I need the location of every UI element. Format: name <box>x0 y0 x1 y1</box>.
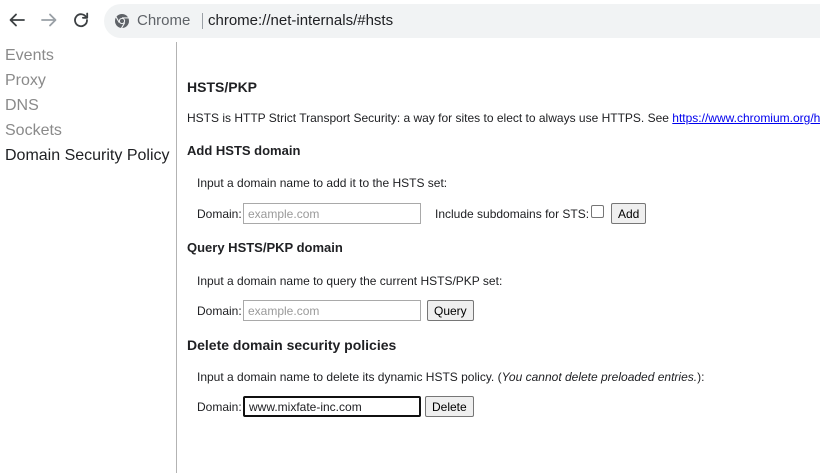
sidebar-item-sockets[interactable]: Sockets <box>5 122 62 140</box>
add-domain-label: Domain: <box>197 207 242 221</box>
main-content: HSTS/PKP HSTS is HTTP Strict Transport S… <box>187 42 820 473</box>
query-button[interactable]: Query <box>427 300 474 321</box>
forward-button[interactable] <box>38 9 60 31</box>
delete-domain-label: Domain: <box>197 400 242 414</box>
query-heading: Query HSTS/PKP domain <box>187 240 343 255</box>
query-instruction: Input a domain name to query the current… <box>197 274 503 288</box>
add-hsts-heading: Add HSTS domain <box>187 143 301 158</box>
sidebar-item-domain-security-policy[interactable]: Domain Security Policy <box>5 147 170 165</box>
hsts-link[interactable]: https://www.chromium.org/hsts. <box>672 111 820 125</box>
sidebar-item-dns[interactable]: DNS <box>5 97 39 115</box>
delete-button[interactable]: Delete <box>425 396 474 417</box>
query-domain-label: Domain: <box>197 304 242 318</box>
forward-arrow-icon <box>41 13 57 27</box>
hsts-description: HSTS is HTTP Strict Transport Security: … <box>187 111 820 125</box>
omnibox-divider <box>202 13 203 29</box>
include-subdomains-label: Include subdomains for STS: <box>435 207 590 221</box>
address-bar[interactable]: Chrome chrome://net-internals/#hsts <box>104 4 820 38</box>
add-domain-input[interactable] <box>243 203 421 224</box>
query-domain-input[interactable] <box>243 300 421 321</box>
page-title: HSTS/PKP <box>187 79 258 95</box>
add-instruction: Input a domain name to add it to the HST… <box>197 176 448 190</box>
reload-button[interactable] <box>70 9 92 31</box>
site-label: Chrome <box>137 12 191 29</box>
delete-instruction: Input a domain name to delete its dynami… <box>197 370 704 384</box>
back-arrow-icon <box>9 13 25 27</box>
reload-icon <box>74 12 89 28</box>
sidebar-item-events[interactable]: Events <box>5 47 54 65</box>
delete-heading: Delete domain security policies <box>187 337 397 353</box>
back-button[interactable] <box>6 9 28 31</box>
url-text[interactable]: chrome://net-internals/#hsts <box>208 12 393 29</box>
sidebar: Events Proxy DNS Sockets Domain Security… <box>0 42 177 473</box>
chrome-icon <box>115 14 129 29</box>
add-button[interactable]: Add <box>611 203 647 224</box>
delete-instruction-note: You cannot delete preloaded entries. <box>501 370 698 384</box>
delete-instruction-pre: Input a domain name to delete its dynami… <box>197 370 502 384</box>
delete-domain-input[interactable] <box>243 396 421 417</box>
include-subdomains-checkbox[interactable] <box>591 205 604 218</box>
delete-instruction-post: ): <box>697 370 705 384</box>
description-text: HSTS is HTTP Strict Transport Security: … <box>187 111 669 125</box>
sidebar-item-proxy[interactable]: Proxy <box>5 72 46 90</box>
browser-toolbar: Chrome chrome://net-internals/#hsts <box>0 0 820 42</box>
